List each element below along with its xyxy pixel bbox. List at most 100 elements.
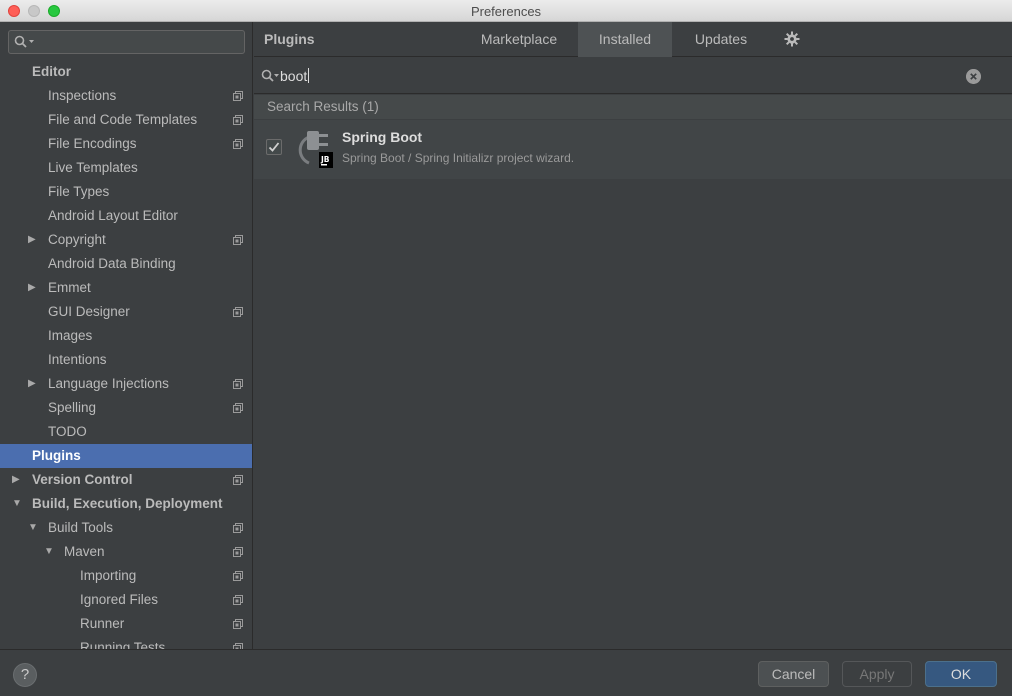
- gear-icon[interactable]: [784, 31, 800, 47]
- sidebar-item-label: Android Layout Editor: [48, 208, 178, 223]
- clear-search-icon[interactable]: [966, 69, 981, 84]
- sidebar-item-build-tools[interactable]: ▼ Build Tools: [0, 516, 252, 540]
- chevron-down-icon[interactable]: ▼: [28, 516, 38, 540]
- sidebar-item-label: Inspections: [48, 88, 117, 103]
- plugin-description: Spring Boot / Spring Initializr project …: [342, 151, 575, 165]
- sidebar-item-android-data-binding[interactable]: Android Data Binding: [0, 252, 252, 276]
- project-scope-icon: [233, 571, 243, 581]
- chevron-down-icon[interactable]: ▼: [44, 540, 54, 564]
- cancel-button[interactable]: Cancel: [758, 661, 829, 687]
- project-scope-icon: [233, 523, 243, 533]
- sidebar-item-file-and-code-templates[interactable]: File and Code Templates: [0, 108, 252, 132]
- sidebar-item-label: Emmet: [48, 280, 91, 295]
- sidebar-item-language-injections[interactable]: ▶ Language Injections: [0, 372, 252, 396]
- project-scope-icon: [233, 475, 243, 485]
- settings-tree: Editor Inspections File and Code Templates…: [0, 60, 252, 649]
- plugin-icon: JB: [298, 131, 333, 168]
- sidebar-item-label: Running Tests: [80, 640, 166, 649]
- ok-button[interactable]: OK: [925, 661, 997, 687]
- search-icon: [261, 69, 279, 82]
- chevron-down-icon[interactable]: ▼: [12, 492, 22, 516]
- plugin-list-item[interactable]: JB Spring Boot Spring Boot / Spring Init…: [254, 120, 1012, 179]
- sidebar-item-label: Live Templates: [48, 160, 138, 175]
- sidebar-item-label: Language Injections: [48, 376, 169, 391]
- jb-badge: JB: [320, 155, 330, 164]
- search-results-header: Search Results (1): [254, 95, 1012, 119]
- sidebar-item-ignored-files[interactable]: Ignored Files: [0, 588, 252, 612]
- apply-button[interactable]: Apply: [842, 661, 912, 687]
- chevron-right-icon[interactable]: ▶: [12, 468, 20, 492]
- chevron-right-icon[interactable]: ▶: [28, 372, 36, 396]
- project-scope-icon: [233, 595, 243, 605]
- sidebar-item-file-encodings[interactable]: File Encodings: [0, 132, 252, 156]
- sidebar-item-inspections[interactable]: Inspections: [0, 84, 252, 108]
- search-query-text: boot: [280, 68, 308, 84]
- sidebar-item-label: Spelling: [48, 400, 97, 415]
- search-icon: [14, 35, 34, 48]
- sidebar-item-gui-designer[interactable]: GUI Designer: [0, 300, 252, 324]
- sidebar-item-version-control[interactable]: ▶ Version Control: [0, 468, 252, 492]
- plugins-tab-bar: Plugins Marketplace Installed Updates: [254, 22, 1012, 57]
- sidebar-item-label: GUI Designer: [48, 304, 130, 319]
- sidebar-item-live-templates[interactable]: Live Templates: [0, 156, 252, 180]
- sidebar-item-plugins[interactable]: Plugins: [0, 444, 252, 468]
- sidebar-item-label: Editor: [32, 64, 71, 79]
- checkmark-icon: [268, 142, 280, 152]
- sidebar-item-label: Intentions: [48, 352, 107, 367]
- chevron-right-icon[interactable]: ▶: [28, 228, 36, 252]
- settings-sidebar: Editor Inspections File and Code Templates…: [0, 22, 253, 649]
- preferences-window: Preferences Editor Inspections File and Co…: [0, 0, 1012, 696]
- window-title: Preferences: [470, 4, 542, 19]
- project-scope-icon: [233, 91, 243, 101]
- sidebar-item-intentions[interactable]: Intentions: [0, 348, 252, 372]
- plugin-search-input[interactable]: boot: [280, 68, 310, 84]
- project-scope-icon: [233, 139, 243, 149]
- plugin-search-field[interactable]: boot: [254, 58, 1012, 94]
- project-scope-icon: [233, 235, 243, 245]
- sidebar-item-spelling[interactable]: Spelling: [0, 396, 252, 420]
- sidebar-item-running-tests[interactable]: Running Tests: [0, 636, 252, 649]
- project-scope-icon: [233, 403, 243, 413]
- page-title: Plugins: [264, 31, 315, 47]
- sidebar-item-label: Images: [48, 328, 93, 343]
- help-button[interactable]: ?: [13, 663, 37, 687]
- sidebar-item-editor[interactable]: Editor: [0, 60, 252, 84]
- sidebar-item-maven[interactable]: ▼ Maven: [0, 540, 252, 564]
- sidebar-item-images[interactable]: Images: [0, 324, 252, 348]
- plugin-enabled-checkbox[interactable]: [266, 139, 282, 155]
- title-bar: Preferences: [0, 0, 1012, 22]
- search-results-label: Search Results (1): [267, 99, 379, 114]
- settings-search-input[interactable]: [8, 30, 245, 54]
- sidebar-item-label: Importing: [80, 568, 137, 583]
- sidebar-item-importing[interactable]: Importing: [0, 564, 252, 588]
- project-scope-icon: [233, 547, 243, 557]
- sidebar-item-todo[interactable]: TODO: [0, 420, 252, 444]
- dialog-button-bar: ? Cancel Apply OK: [0, 649, 1012, 696]
- project-scope-icon: [233, 379, 243, 389]
- sidebar-item-label: Android Data Binding: [48, 256, 176, 271]
- sidebar-item-label: Plugins: [32, 448, 81, 463]
- sidebar-item-build-execution-deployment[interactable]: ▼ Build, Execution, Deployment: [0, 492, 252, 516]
- sidebar-item-emmet[interactable]: ▶ Emmet: [0, 276, 252, 300]
- sidebar-item-file-types[interactable]: File Types: [0, 180, 252, 204]
- sidebar-item-runner[interactable]: Runner: [0, 612, 252, 636]
- sidebar-item-label: Copyright: [48, 232, 106, 247]
- sidebar-item-label: Build, Execution, Deployment: [32, 496, 223, 511]
- tab-installed[interactable]: Installed: [578, 22, 672, 57]
- sidebar-item-label: TODO: [48, 424, 87, 439]
- sidebar-item-label: Maven: [64, 544, 105, 559]
- sidebar-item-label: File and Code Templates: [48, 112, 198, 127]
- tab-updates[interactable]: Updates: [678, 22, 764, 57]
- project-scope-icon: [233, 307, 243, 317]
- sidebar-item-label: Build Tools: [48, 520, 114, 535]
- sidebar-item-label: Ignored Files: [80, 592, 159, 607]
- plugin-name: Spring Boot: [342, 129, 423, 145]
- plugins-panel: Plugins Marketplace Installed Updates bo…: [254, 22, 1012, 649]
- sidebar-item-label: Version Control: [32, 472, 133, 487]
- sidebar-item-copyright[interactable]: ▶ Copyright: [0, 228, 252, 252]
- sidebar-item-label: File Types: [48, 184, 110, 199]
- tab-marketplace[interactable]: Marketplace: [466, 22, 572, 57]
- sidebar-item-android-layout-editor[interactable]: Android Layout Editor: [0, 204, 252, 228]
- chevron-right-icon[interactable]: ▶: [28, 276, 36, 300]
- sidebar-item-label: File Encodings: [48, 136, 137, 151]
